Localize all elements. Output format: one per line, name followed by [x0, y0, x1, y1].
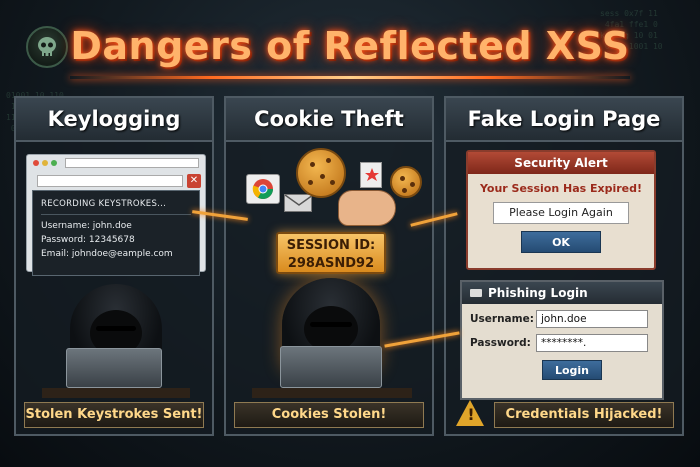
session-label: SESSION ID:	[286, 238, 376, 253]
cookie-icon	[390, 166, 422, 198]
panel-heading: Fake Login Page	[446, 98, 682, 142]
card-icon	[470, 289, 482, 297]
page-title: Dangers of Reflected XSS	[70, 24, 630, 68]
phishing-title: Phishing Login	[488, 286, 588, 300]
password-line: Password: 12345678	[41, 235, 135, 245]
alert-title: Security Alert	[468, 152, 654, 174]
keylog-box: RECORDING KEYSTROKES... Username: john.d…	[32, 190, 200, 276]
title-underline	[70, 76, 630, 79]
window-dots	[33, 160, 57, 166]
username-field[interactable]: john.doe	[536, 310, 648, 328]
password-label: Password:	[470, 337, 531, 349]
caption: Stolen Keystrokes Sent!	[24, 402, 204, 428]
laptop	[280, 346, 382, 388]
username-label: Username:	[470, 313, 534, 325]
panel-heading: Keylogging	[16, 98, 212, 142]
username-line: Username: john.doe	[41, 221, 132, 231]
document-icon	[360, 162, 382, 188]
hacker-figure	[252, 278, 412, 398]
email-line: Email: johndoe@eample.com	[41, 249, 173, 259]
envelope-icon	[284, 194, 314, 212]
phishing-title-bar: Phishing Login	[462, 282, 662, 304]
panel-heading: Cookie Theft	[226, 98, 432, 142]
ok-button[interactable]: OK	[521, 231, 601, 253]
security-alert-dialog: Security Alert Your Session Has Expired!…	[466, 150, 656, 270]
session-value: 298ASND92	[287, 256, 375, 271]
recording-text: RECORDING KEYSTROKES...	[41, 197, 191, 215]
login-button[interactable]: Login	[542, 360, 602, 380]
laptop	[66, 348, 162, 388]
phishing-login-form: Phishing Login Username: john.doe Passwo…	[460, 280, 664, 400]
address-bar	[65, 158, 199, 168]
caption: Cookies Stolen!	[234, 402, 424, 428]
password-field[interactable]: ********.	[536, 334, 648, 352]
title-bar: Dangers of Reflected XSS	[0, 0, 700, 82]
warning-mark: !	[467, 405, 475, 424]
panel-cookie-theft: Cookie Theft SESSION ID: 298ASND92 Cooki…	[224, 96, 434, 436]
caption: Credentials Hijacked!	[494, 402, 674, 428]
alert-message: Your Session Has Expired!	[479, 182, 643, 195]
close-icon: ✕	[187, 174, 201, 188]
panel-fake-login: Fake Login Page Security Alert Your Sess…	[444, 96, 684, 436]
login-again-button[interactable]: Please Login Again	[493, 202, 629, 224]
chrome-icon	[246, 174, 280, 204]
caption-text: Credentials Hijacked!	[505, 407, 663, 422]
hacker-figure	[42, 284, 190, 398]
cookie-icon	[296, 148, 346, 198]
panel-keylogging: Keylogging ✕ RECORDING KEYSTROKES... Use…	[14, 96, 214, 436]
input-bar	[37, 175, 183, 187]
session-id-badge: SESSION ID: 298ASND92	[276, 232, 386, 274]
hand-icon	[338, 190, 396, 226]
